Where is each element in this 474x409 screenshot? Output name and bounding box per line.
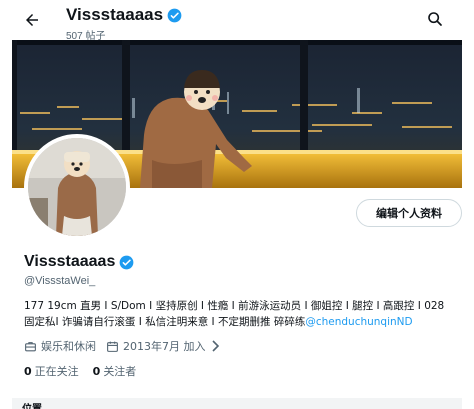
followers-link[interactable]: 0 关注者: [93, 363, 137, 379]
search-icon: [428, 12, 442, 26]
section-divider: [12, 398, 462, 409]
verified-badge-icon: [167, 8, 182, 23]
bio-mention-link[interactable]: @chenduchunqinND: [305, 316, 412, 328]
profile-avatar[interactable]: [24, 134, 130, 240]
header-title: Vissstaaaas: [66, 5, 182, 25]
follow-stats: 0 正在关注 0 关注者: [24, 363, 150, 379]
profile-handle: @VissstaWei_: [24, 275, 96, 287]
followers-label: 关注者: [103, 365, 137, 378]
bio-line: 177 19cm 直男 I S/Dom I 坚持原创 I 性瘾 I 前游泳运动员…: [24, 300, 445, 312]
calendar-icon: [107, 341, 118, 352]
chevron-right-icon: [211, 340, 219, 352]
followers-count: 0: [92, 365, 101, 378]
back-button[interactable]: [20, 8, 44, 32]
briefcase-icon: [25, 341, 36, 351]
following-label: 正在关注: [34, 365, 79, 378]
category-item: 娱乐和休闲: [24, 338, 96, 354]
verified-badge-icon: [119, 255, 134, 270]
joined-item[interactable]: 2013年7月 加入: [106, 338, 220, 354]
header-name-text: Vissstaaaas: [66, 5, 164, 24]
following-count: 0: [24, 365, 32, 378]
profile-bio: 177 19cm 直男 I S/Dom I 坚持原创 I 性瘾 I 前游泳运动员…: [24, 298, 464, 330]
following-link[interactable]: 0 正在关注: [24, 363, 79, 379]
search-button[interactable]: [424, 8, 446, 30]
category-label: 娱乐和休闲: [41, 340, 96, 353]
profile-name: Vissstaaaas: [24, 253, 134, 271]
arrow-left-icon: [26, 14, 38, 26]
profile-meta: 娱乐和休闲 2013年7月 加入: [24, 338, 230, 354]
top-bar: Vissstaaaas 507 帖子: [0, 0, 474, 42]
bio-text: 固定私I 诈骗请自行滚蛋 I 私信注明来意 I 不定期删推 碎碎练: [24, 316, 306, 328]
joined-label: 2013年7月 加入: [123, 340, 206, 353]
bio-line: 固定私I 诈骗请自行滚蛋 I 私信注明来意 I 不定期删推 碎碎练@chendu…: [24, 314, 464, 330]
profile-name-text: Vissstaaaas: [24, 253, 116, 270]
section-heading: 位置: [22, 400, 42, 409]
avatar-photo: [28, 138, 126, 236]
edit-profile-button[interactable]: 编辑个人资料: [356, 199, 462, 227]
